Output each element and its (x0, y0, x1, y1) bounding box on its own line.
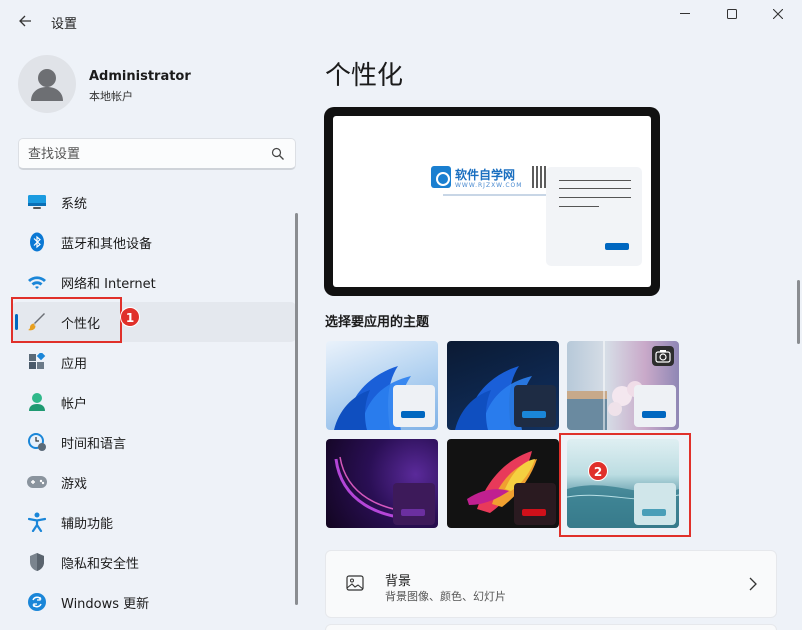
theme-color-chip (393, 385, 435, 427)
dialog-button (605, 243, 629, 250)
sidebar-item-label: 辅助功能 (61, 517, 114, 532)
page-title: 个性化 (325, 61, 404, 91)
theme-accent-bar (401, 411, 425, 418)
theme-accent-bar (522, 509, 546, 516)
sidebar-item-network[interactable]: 网络和 Internet (12, 262, 296, 302)
image-icon (346, 575, 364, 591)
theme-color-chip (634, 385, 676, 427)
person-icon (26, 392, 48, 412)
title-bar: 设置 (0, 0, 802, 42)
gamepad-icon (26, 472, 48, 492)
sidebar-nav: 系统 蓝牙和其他设备 网络和 Internet 个性化 应用 帐户 时间和语言 … (12, 182, 296, 622)
sidebar-item-windows-update[interactable]: Windows 更新 (12, 582, 296, 622)
sidebar-item-accessibility[interactable]: 辅助功能 (12, 502, 296, 542)
annotation-badge-1: 1 (120, 307, 140, 327)
watermark-qr (532, 166, 546, 188)
theme-dark-bloom[interactable] (447, 341, 559, 430)
next-settings-card[interactable] (325, 624, 777, 630)
watermark-url: WWW.RJZXW.COM (455, 182, 523, 189)
account-type: 本地帐户 (89, 90, 133, 103)
preview-dialog (546, 167, 642, 266)
theme-color-chip (514, 483, 556, 525)
sidebar-item-label: 帐户 (61, 397, 88, 412)
shield-icon (26, 552, 48, 572)
dialog-line (559, 180, 631, 181)
close-icon (773, 9, 783, 19)
maximize-icon (727, 9, 737, 19)
annotation-box-1 (11, 297, 122, 343)
theme-accent-bar (522, 411, 546, 418)
sidebar-item-privacy[interactable]: 隐私和安全性 (12, 542, 296, 582)
theme-color-chip (514, 385, 556, 427)
sidebar-item-label: 应用 (61, 357, 88, 372)
search-icon[interactable] (271, 147, 285, 161)
annotation-box-2 (559, 433, 691, 537)
background-card-subtitle: 背景图像、颜色、幻灯片 (385, 590, 506, 603)
sidebar-item-label: Windows 更新 (61, 597, 150, 612)
theme-glow[interactable] (326, 439, 438, 528)
theme-accent-bar (642, 411, 666, 418)
dialog-line (559, 197, 631, 198)
search-box[interactable] (18, 138, 296, 170)
watermark-logo (431, 166, 451, 188)
chevron-right-icon (749, 577, 757, 591)
search-input[interactable] (28, 144, 258, 164)
sidebar-item-label: 网络和 Internet (61, 277, 156, 292)
theme-color-chip (393, 483, 435, 525)
wifi-icon (26, 272, 48, 292)
minimize-button[interactable] (665, 4, 705, 24)
user-silhouette-icon (31, 69, 63, 101)
sidebar-item-label: 时间和语言 (61, 437, 127, 452)
sidebar-item-label: 隐私和安全性 (61, 557, 140, 572)
theme-accent-bar (401, 509, 425, 516)
watermark-text: 软件自学网 (455, 168, 516, 182)
accessibility-icon (26, 512, 48, 532)
theme-spotlight[interactable] (567, 341, 679, 430)
avatar[interactable] (18, 55, 76, 113)
user-name: Administrator (89, 69, 191, 84)
monitor-icon (26, 192, 48, 212)
sidebar-item-system[interactable]: 系统 (12, 182, 296, 222)
sidebar-item-time-language[interactable]: 时间和语言 (12, 422, 296, 462)
sidebar-item-accounts[interactable]: 帐户 (12, 382, 296, 422)
dialog-line (559, 188, 631, 189)
app-title: 设置 (51, 17, 78, 32)
theme-light-bloom[interactable] (326, 341, 438, 430)
maximize-button[interactable] (712, 4, 752, 24)
theme-captured-motion[interactable] (447, 439, 559, 528)
sidebar-item-label: 游戏 (61, 477, 88, 492)
background-card-title: 背景 (385, 574, 412, 589)
background-settings-card[interactable]: 背景 背景图像、颜色、幻灯片 (325, 550, 777, 618)
themes-section-label: 选择要应用的主题 (325, 315, 430, 330)
apps-icon (26, 352, 48, 372)
dialog-line (559, 206, 599, 207)
back-arrow-icon (19, 15, 31, 27)
bluetooth-icon (26, 232, 48, 252)
watermark-line (443, 194, 551, 196)
back-button[interactable] (14, 10, 36, 32)
theme-preview: 软件自学网 WWW.RJZXW.COM (324, 107, 660, 296)
sidebar-item-label: 蓝牙和其他设备 (61, 237, 153, 252)
clock-globe-icon (26, 432, 48, 452)
close-button[interactable] (758, 4, 798, 24)
annotation-badge-2: 2 (588, 461, 608, 481)
camera-icon (652, 346, 674, 366)
sidebar-scrollbar[interactable] (295, 213, 298, 605)
sidebar-item-label: 系统 (61, 197, 88, 212)
sidebar-item-bluetooth[interactable]: 蓝牙和其他设备 (12, 222, 296, 262)
sidebar-item-apps[interactable]: 应用 (12, 342, 296, 382)
update-icon (26, 592, 48, 612)
preview-screen: 软件自学网 WWW.RJZXW.COM (333, 116, 651, 287)
minimize-icon (680, 13, 690, 14)
main-scrollbar[interactable] (797, 280, 800, 344)
sidebar-item-gaming[interactable]: 游戏 (12, 462, 296, 502)
